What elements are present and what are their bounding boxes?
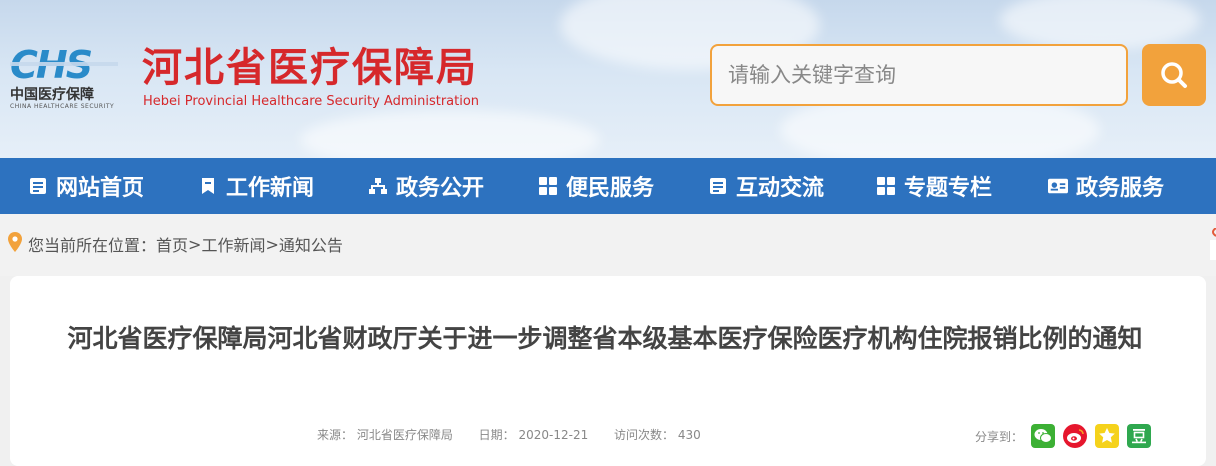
chs-logo[interactable]: CHS 中国医疗保障 CHINA HEALTHCARE SECURITY: [10, 43, 120, 114]
article-date: 日期： 2020-12-21: [478, 428, 589, 442]
search-button[interactable]: [1142, 44, 1206, 106]
nav-label: 网站首页: [56, 176, 145, 201]
article-title: 河北省医疗保障局河北省财政厅关于进一步调整省本级基本医疗保险医疗机构住院报销比例…: [67, 324, 1143, 353]
logo-cn-text: 中国医疗保障: [10, 87, 94, 103]
nav-item-gov-affairs[interactable]: 政务公开: [368, 158, 484, 214]
article-source: 来源： 河北省医疗保障局: [317, 428, 453, 442]
sitemap-icon: [368, 176, 388, 196]
nav-item-interaction[interactable]: 互动交流: [708, 158, 824, 214]
nav-label: 便民服务: [566, 176, 655, 201]
share-label: 分享到：: [975, 429, 1024, 444]
nav-item-special-topics[interactable]: 专题专栏: [876, 158, 992, 214]
nav-item-convenience[interactable]: 便民服务: [538, 158, 654, 214]
site-title[interactable]: 河北省医疗保障局: [142, 44, 478, 92]
side-decoration: [1206, 227, 1216, 268]
search-icon: [1161, 62, 1187, 88]
share-bar: 分享到：: [975, 424, 1152, 448]
search-input[interactable]: [710, 44, 1128, 106]
cloud-decoration: [1000, 0, 1200, 50]
logo-en-text: CHINA HEALTHCARE SECURITY: [10, 103, 115, 110]
breadcrumb-separator: >: [188, 234, 202, 254]
article-views: 访问次数： 430: [614, 428, 701, 442]
nav-item-work-news[interactable]: 工作新闻: [198, 158, 314, 214]
cloud-decoration: [300, 110, 600, 158]
breadcrumb-separator: >: [265, 234, 279, 254]
nav-item-home[interactable]: 网站首页: [28, 158, 144, 214]
nav-item-gov-services[interactable]: 政务服务: [1048, 158, 1164, 214]
breadcrumb: 您当前所在位置： 首页 > 工作新闻 > 通知公告: [8, 232, 343, 256]
nav-label: 专题专栏: [904, 176, 993, 201]
main-nav: 网站首页 工作新闻 政务公开 便民服务 互动交流 专题专栏 政务服务: [0, 158, 1216, 214]
nav-label: 互动交流: [736, 176, 825, 201]
id-card-icon: [1048, 176, 1068, 196]
qzone-share-icon[interactable]: [1095, 424, 1120, 448]
grid-icon: [876, 176, 896, 196]
article-meta: 来源： 河北省医疗保障局 日期： 2020-12-21 访问次数： 430: [317, 426, 723, 443]
weibo-share-icon[interactable]: [1063, 424, 1088, 448]
breadcrumb-notices[interactable]: 通知公告: [279, 232, 343, 256]
list-icon: [28, 176, 48, 196]
breadcrumb-prefix: 您当前所在位置：: [28, 236, 157, 255]
douban-share-icon[interactable]: [1127, 424, 1152, 448]
breadcrumb-work-news[interactable]: 工作新闻: [201, 232, 265, 256]
list-icon: [708, 176, 728, 196]
breadcrumb-home[interactable]: 首页: [156, 232, 188, 256]
nav-label: 工作新闻: [226, 176, 315, 201]
wechat-share-icon[interactable]: [1031, 424, 1056, 448]
bookmark-icon: [198, 176, 218, 196]
location-pin-icon: [8, 232, 22, 256]
nav-label: 政务服务: [1076, 176, 1165, 201]
nav-label: 政务公开: [396, 176, 485, 201]
site-title-en: Hebei Provincial Healthcare Security Adm…: [143, 94, 480, 109]
grid-icon: [538, 176, 558, 196]
